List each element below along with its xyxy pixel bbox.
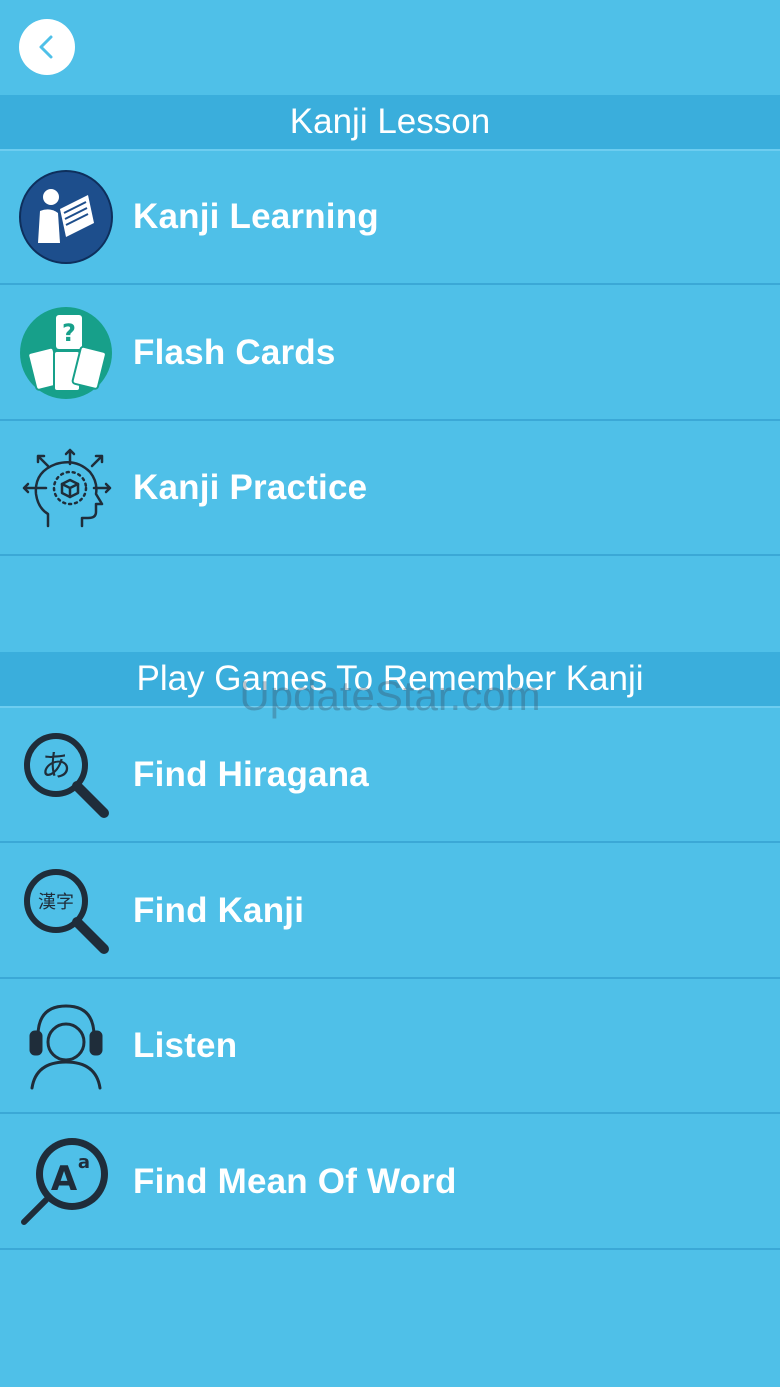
mind-practice-icon — [18, 440, 114, 536]
reading-person-icon — [18, 169, 114, 265]
svg-text:?: ? — [62, 319, 76, 347]
menu-item-kanji-learning[interactable]: Kanji Learning — [0, 151, 780, 285]
flash-cards-icon: ? — [18, 305, 114, 401]
menu-item-label: Kanji Practice — [133, 468, 368, 507]
menu-item-listen[interactable]: Listen — [0, 980, 780, 1114]
kanji-magnifier-icon: 漢字 — [18, 863, 114, 959]
section-title-games: Play Games To Remember Kanji — [136, 659, 644, 698]
menu-item-flash-cards[interactable]: ? Flash Cards — [0, 287, 780, 421]
menu-item-label: Find Kanji — [133, 891, 305, 930]
menu-item-kanji-practice[interactable]: Kanji Practice — [0, 422, 780, 556]
kanji-menu-screen: Kanji Lesson Kanji Learning ? Flash Card… — [0, 0, 780, 1387]
chevron-left-icon — [39, 35, 53, 59]
menu-item-find-mean-of-word[interactable]: A a Find Mean Of Word — [0, 1116, 780, 1250]
headphones-person-icon — [18, 998, 114, 1094]
menu-item-label: Find Hiragana — [133, 755, 369, 794]
menu-item-find-hiragana[interactable]: あ Find Hiragana — [0, 709, 780, 843]
section-header-kanji-lesson: Kanji Lesson — [0, 95, 780, 151]
menu-item-find-kanji[interactable]: 漢字 Find Kanji — [0, 845, 780, 979]
font-glyph-A: A — [51, 1159, 78, 1199]
font-magnifier-icon: A a — [18, 1134, 114, 1230]
section-title-kanji-lesson: Kanji Lesson — [289, 102, 491, 141]
hiragana-glyph: あ — [41, 749, 71, 784]
back-button[interactable] — [19, 19, 75, 75]
menu-item-label: Flash Cards — [133, 333, 336, 372]
menu-item-label: Listen — [133, 1026, 238, 1065]
font-glyph-a: a — [78, 1152, 90, 1173]
section-header-games: Play Games To Remember Kanji — [0, 652, 780, 708]
menu-item-label: Find Mean Of Word — [133, 1162, 457, 1201]
hiragana-magnifier-icon: あ — [18, 727, 114, 823]
kanji-glyph: 漢字 — [38, 892, 74, 913]
menu-item-label: Kanji Learning — [133, 197, 379, 236]
